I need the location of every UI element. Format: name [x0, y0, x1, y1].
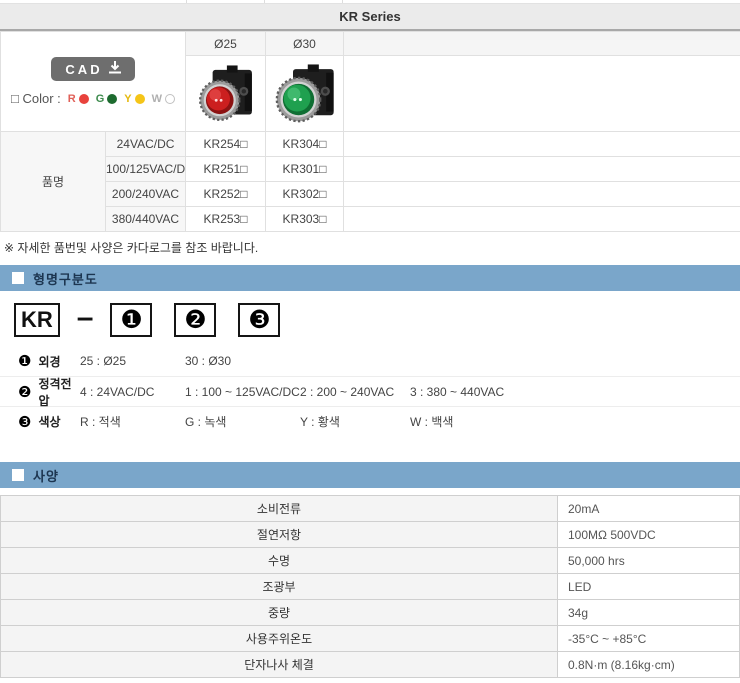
yellow-swatch-icon	[134, 93, 145, 104]
empty-cell	[343, 181, 740, 207]
spec-value: LED	[557, 573, 740, 600]
color-letter-white: W	[151, 92, 163, 105]
code-prefix: KR	[21, 307, 53, 332]
digit-1-icon: ❶	[120, 305, 143, 334]
model-code-legend: ❶ 외경 25 : Ø25 30 : Ø30 ❷ 정격전압 4 : 24VAC/…	[0, 346, 740, 436]
color-letter-red: R	[67, 92, 76, 105]
code-separator: –	[76, 301, 94, 334]
digit-3-icon: ❸	[18, 413, 32, 431]
page-title: KR Series	[339, 9, 401, 24]
legend-row-color: ❸ 색상 R : 적색 G : 녹색 Y : 황색 W : 백색	[0, 406, 740, 436]
model-cell: KR302□	[265, 181, 345, 207]
spec-value: 34g	[557, 599, 740, 626]
legend-row-voltage: ❷ 정격전압 4 : 24VAC/DC 1 : 100 ~ 125VAC/DC …	[0, 376, 740, 408]
green-swatch-icon	[107, 93, 118, 104]
table-row: 조광부 LED	[0, 573, 740, 600]
spec-label: 사용주위온도	[0, 625, 558, 652]
cropped-table-edge	[0, 0, 740, 3]
color-legend-prefix: □ Color :	[11, 91, 61, 106]
voltage-cell: 380/440VAC	[104, 206, 187, 232]
table-row: 수명 50,000 hrs	[0, 547, 740, 574]
row-header-product-name: 품명	[0, 131, 106, 232]
voltage-cell: 200/240VAC	[104, 181, 187, 207]
white-swatch-icon	[165, 93, 176, 104]
spec-label: 중량	[0, 599, 558, 626]
section-title: 형명구분도	[33, 271, 98, 287]
voltage-cell: 24VAC/DC	[104, 131, 187, 157]
size-header-empty	[343, 31, 740, 56]
color-legend: □ Color : R G Y W	[2, 91, 185, 106]
catalog-note: ※ 자세한 품번및 사양은 카다로그를 참조 바랍니다.	[4, 241, 259, 255]
color-letter-green: G	[95, 92, 105, 105]
spec-label: 단자나사 체결	[0, 651, 558, 678]
lamp-25-image-cell	[185, 55, 267, 132]
spec-value: 0.8N·m (8.16kg·cm)	[557, 651, 740, 678]
image-row-empty-cell	[343, 55, 740, 132]
table-row: 단자나사 체결 0.8N·m (8.16kg·cm)	[0, 651, 740, 678]
spec-value: 50,000 hrs	[557, 547, 740, 574]
digit-1-icon: ❶	[18, 353, 32, 370]
spec-label: 수명	[0, 547, 558, 574]
model-cell: KR252□	[185, 181, 267, 207]
pilot-lamp-red-image	[187, 57, 265, 131]
table-row: 사용주위온도 -35°C ~ +85°C	[0, 625, 740, 652]
section-header-model-code: 형명구분도	[0, 265, 740, 291]
model-code-diagram: KR – ❶ ❷ ❸	[14, 300, 740, 340]
spec-value: 20mA	[557, 495, 740, 522]
product-table: CAD □ Color : R G Y W Ø25 Ø30 품명 24VAC/D…	[0, 31, 740, 232]
table-row: 중량 34g	[0, 599, 740, 626]
red-swatch-icon	[78, 93, 89, 104]
voltage-cell: 100/125VAC/DC	[104, 156, 187, 182]
cad-download-button[interactable]: CAD	[51, 57, 135, 81]
spec-label: 조광부	[0, 573, 558, 600]
model-cell: KR254□	[185, 131, 267, 157]
code-digit-box-1: ❶	[110, 303, 153, 337]
model-cell: KR253□	[185, 206, 267, 232]
model-cell: KR303□	[265, 206, 345, 232]
model-cell: KR301□	[265, 156, 345, 182]
empty-cell	[343, 131, 740, 157]
section-title: 사양	[33, 468, 59, 484]
white-square-icon	[12, 469, 24, 481]
legend-row-diameter: ❶ 외경 25 : Ø25 30 : Ø30	[18, 353, 232, 370]
spec-label: 절연저항	[0, 521, 558, 548]
model-cell: KR304□	[265, 131, 345, 157]
pilot-lamp-green-image	[267, 57, 343, 131]
cad-and-color-cell: CAD □ Color : R G Y W	[0, 31, 187, 132]
lamp-30-image-cell	[265, 55, 345, 132]
spec-value: -35°C ~ +85°C	[557, 625, 740, 652]
empty-cell	[343, 156, 740, 182]
download-icon	[108, 61, 121, 77]
size-header-25: Ø25	[185, 31, 267, 56]
code-digit-box-3: ❸	[238, 303, 281, 337]
table-row: 절연저항 100MΩ 500VDC	[0, 521, 740, 548]
size-header-30: Ø30	[265, 31, 345, 56]
digit-3-icon: ❸	[248, 305, 271, 334]
code-prefix-box: KR	[14, 303, 60, 337]
model-cell: KR251□	[185, 156, 267, 182]
section-header-specs: 사양	[0, 462, 740, 488]
series-title-bar: KR Series	[0, 3, 740, 31]
code-digit-box-2: ❷	[174, 303, 217, 337]
spec-table: 소비전류 20mA 절연저항 100MΩ 500VDC 수명 50,000 hr…	[0, 495, 740, 678]
spec-value: 100MΩ 500VDC	[557, 521, 740, 548]
spec-label: 소비전류	[0, 495, 558, 522]
color-letter-yellow: Y	[124, 92, 132, 105]
white-square-icon	[12, 272, 24, 284]
table-row: 소비전류 20mA	[0, 495, 740, 522]
digit-2-icon: ❷	[18, 383, 32, 401]
cad-button-label: CAD	[65, 61, 103, 77]
empty-cell	[343, 206, 740, 232]
digit-2-icon: ❷	[184, 305, 207, 334]
